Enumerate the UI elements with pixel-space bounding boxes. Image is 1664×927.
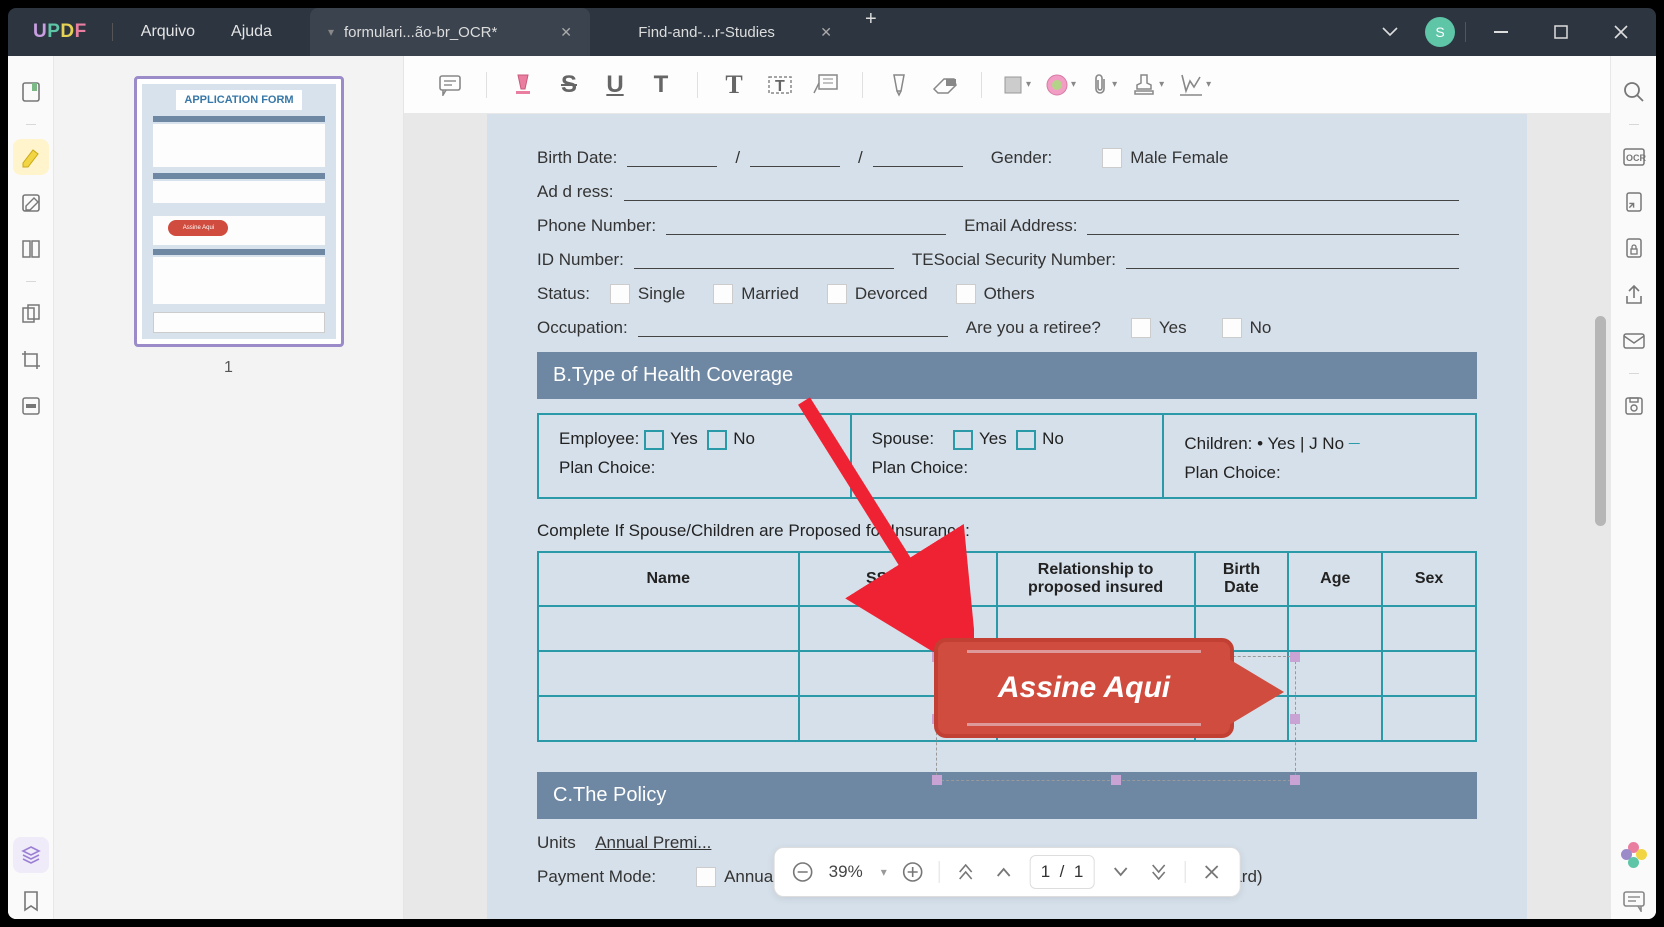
tab-inactive[interactable]: Find-and-...r-Studies ✕ <box>590 8 850 56</box>
highlight-icon[interactable] <box>507 69 539 101</box>
pages-icon[interactable] <box>13 231 49 267</box>
callout-icon[interactable] <box>810 69 842 101</box>
zoom-pagination-bar: 39%▾ 1 / 1 <box>774 847 1241 897</box>
edit-icon[interactable] <box>13 185 49 221</box>
gender-label: Gender: <box>991 148 1052 168</box>
save-icon[interactable] <box>1616 388 1652 424</box>
thumb-title: APPLICATION FORM <box>176 90 301 110</box>
married-checkbox[interactable] <box>713 284 733 304</box>
squiggly-icon[interactable]: T <box>645 69 677 101</box>
bookmark-icon[interactable] <box>13 74 49 110</box>
retiree-label: Are you a retiree? <box>966 318 1101 338</box>
new-tab-button[interactable]: + <box>865 8 877 56</box>
right-rail: OCR <box>1610 56 1656 919</box>
divorced-checkbox[interactable] <box>827 284 847 304</box>
tab-active-label: formulari...ão-br_OCR* <box>344 24 545 41</box>
page-thumbnail[interactable]: APPLICATION FORM Assine Aqui <box>134 76 344 347</box>
email-icon[interactable] <box>1616 323 1652 359</box>
maximize-button[interactable] <box>1536 12 1586 52</box>
next-page-button[interactable] <box>1108 866 1132 878</box>
stamp-text: Assine Aqui <box>998 671 1170 705</box>
eraser-icon[interactable] <box>929 69 961 101</box>
sp-no-cb[interactable] <box>1016 430 1036 450</box>
emp-no-cb[interactable] <box>707 430 727 450</box>
thumb-page-number: 1 <box>134 359 323 377</box>
annotation-toolbar: S U T T T ▾ ▾ ▾ ▾ ▾ <box>404 56 1610 114</box>
retiree-no-checkbox[interactable] <box>1222 318 1242 338</box>
app-logo: UPDF <box>33 21 87 43</box>
textbox-icon[interactable]: T <box>764 69 796 101</box>
ocr-icon[interactable]: OCR <box>1616 139 1652 175</box>
underline-icon[interactable]: U <box>599 69 631 101</box>
prev-page-button[interactable] <box>992 866 1016 878</box>
close-tab-icon[interactable]: ✕ <box>820 24 832 41</box>
others-checkbox[interactable] <box>956 284 976 304</box>
zoom-in-button[interactable] <box>901 861 925 883</box>
layers-icon[interactable] <box>13 837 49 873</box>
id-label: ID Number: <box>537 250 624 270</box>
main-view: S U T T T ▾ ▾ ▾ ▾ ▾ Birth D <box>404 56 1610 919</box>
close-button[interactable] <box>1596 12 1646 52</box>
minimize-button[interactable] <box>1476 12 1526 52</box>
sticker-dropdown[interactable]: ▾ <box>1045 73 1076 97</box>
male-female-label: Male Female <box>1130 148 1228 168</box>
retiree-yes-checkbox[interactable] <box>1131 318 1151 338</box>
single-checkbox[interactable] <box>610 284 630 304</box>
svg-text:OCR: OCR <box>1626 153 1646 163</box>
comment-panel-icon[interactable] <box>1616 883 1652 919</box>
stamp-object[interactable]: Assine Aqui <box>934 638 1294 758</box>
copy-icon[interactable] <box>13 296 49 332</box>
annual-cb[interactable] <box>696 867 716 887</box>
share-icon[interactable] <box>1616 277 1652 313</box>
ssn-label: TESocial Security Number: <box>912 250 1116 270</box>
phone-label: Phone Number: <box>537 216 656 236</box>
email-label: Email Address: <box>964 216 1077 236</box>
left-rail <box>8 56 54 919</box>
gender-checkbox[interactable] <box>1102 148 1122 168</box>
shape-dropdown[interactable]: ▾ <box>1002 74 1031 96</box>
pencil-icon[interactable] <box>883 69 915 101</box>
tab-inactive-label: Find-and-...r-Studies <box>608 24 805 41</box>
user-avatar[interactable]: S <box>1425 17 1455 47</box>
redact-icon[interactable] <box>13 388 49 424</box>
section-b-header: B.Type of Health Coverage <box>537 352 1477 399</box>
last-page-button[interactable] <box>1146 864 1170 880</box>
payment-mode-label: Payment Mode: <box>537 867 656 887</box>
sp-yes-cb[interactable] <box>953 430 973 450</box>
zoom-level-select[interactable]: 39%▾ <box>829 862 887 882</box>
complete-if-label: Complete If Spouse/Children are Proposed… <box>537 521 1477 541</box>
strikethrough-icon[interactable]: S <box>553 69 585 101</box>
svg-text:T: T <box>775 78 785 95</box>
close-tab-icon[interactable]: ✕ <box>560 24 572 41</box>
comment-icon[interactable] <box>434 69 466 101</box>
pdf-page[interactable]: Birth Date: / / Gender: Male Female Ad d… <box>487 114 1527 919</box>
bookmark-bottom-icon[interactable] <box>13 883 49 919</box>
text-icon[interactable]: T <box>718 69 750 101</box>
first-page-button[interactable] <box>954 864 978 880</box>
status-label: Status: <box>537 284 590 304</box>
address-label: Ad d ress: <box>537 182 614 202</box>
crop-icon[interactable] <box>13 342 49 378</box>
search-icon[interactable] <box>1616 74 1652 110</box>
tab-active[interactable]: ▾ formulari...ão-br_OCR* ✕ <box>310 8 590 56</box>
convert-icon[interactable] <box>1616 185 1652 221</box>
highlighter-icon[interactable] <box>13 139 49 175</box>
signature-dropdown[interactable]: ▾ <box>1178 73 1211 97</box>
titlebar: UPDF Arquivo Ajuda ▾ formulari...ão-br_O… <box>8 8 1656 56</box>
scrollbar-thumb[interactable] <box>1595 316 1606 526</box>
attachment-dropdown[interactable]: ▾ <box>1090 73 1117 97</box>
chevron-down-icon[interactable] <box>1365 12 1415 52</box>
birth-date-label: Birth Date: <box>537 148 617 168</box>
menu-ajuda[interactable]: Ajuda <box>213 13 290 51</box>
close-bar-button[interactable] <box>1199 864 1223 880</box>
ai-flower-icon[interactable] <box>1616 837 1652 873</box>
emp-yes-cb[interactable] <box>644 430 664 450</box>
page-indicator[interactable]: 1 / 1 <box>1030 855 1095 889</box>
zoom-out-button[interactable] <box>791 861 815 883</box>
occupation-label: Occupation: <box>537 318 628 338</box>
stamp-dropdown[interactable]: ▾ <box>1131 73 1164 97</box>
menu-arquivo[interactable]: Arquivo <box>123 13 213 51</box>
protect-icon[interactable] <box>1616 231 1652 267</box>
thumbnail-panel: APPLICATION FORM Assine Aqui 1 <box>54 56 404 919</box>
